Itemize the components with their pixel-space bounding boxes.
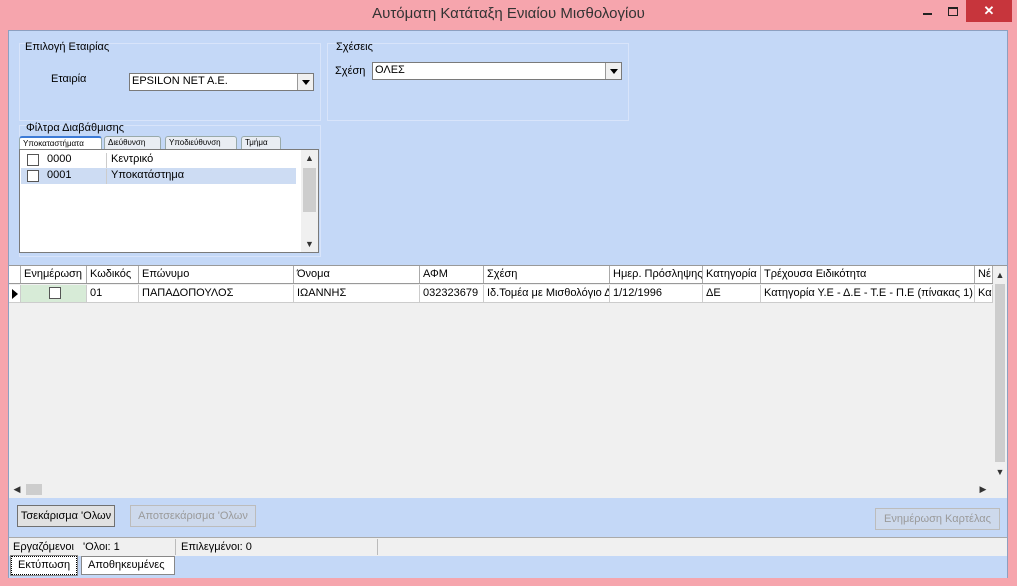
col-hire-date[interactable]: Ημερ. Πρόσληψης <box>610 266 703 283</box>
tab-saved[interactable]: Αποθηκευμένες <box>81 556 175 575</box>
scroll-right-icon[interactable]: ▶ <box>975 481 991 498</box>
status-separator <box>175 539 176 555</box>
chevron-down-icon <box>609 68 618 74</box>
scroll-up-icon[interactable]: ▲ <box>993 268 1007 282</box>
scroll-thumb[interactable] <box>995 284 1005 462</box>
grid-header: Ενημέρωση Κωδικός Επώνυμο Όνομα ΑΦΜ Σχέσ… <box>9 266 993 284</box>
relations-group <box>327 43 629 121</box>
table-row[interactable]: 01 ΠΑΠΑΔΟΠΟΥΛΟΣ ΙΩΑΝΝΗΣ 032323679 Ιδ.Τομ… <box>9 285 993 303</box>
cell-surname: ΠΑΠΑΔΟΠΟΥΛΟΣ <box>139 285 294 302</box>
minimize-icon <box>922 13 932 15</box>
relation-select-value: ΟΛΕΣ <box>375 64 405 76</box>
col-new[interactable]: Νέ <box>975 266 993 283</box>
cell-specialty: Κατηγορία Υ.Ε - Δ.Ε - Τ.Ε - Π.Ε (πίνακας… <box>761 285 975 302</box>
maximize-button[interactable] <box>940 0 966 22</box>
company-group-title: Επιλογή Εταιρίας <box>25 41 110 53</box>
cell-name: ΙΩΑΝΝΗΣ <box>294 285 420 302</box>
grid-corner <box>9 266 21 283</box>
list-item-checkbox[interactable] <box>27 170 39 182</box>
close-button[interactable]: ✕ <box>966 0 1012 22</box>
scroll-up-icon[interactable]: ▲ <box>301 150 318 166</box>
col-update[interactable]: Ενημέρωση <box>21 266 87 283</box>
relation-label: Σχέση <box>335 65 366 77</box>
cell-update[interactable] <box>21 285 87 302</box>
col-specialty[interactable]: Τρέχουσα Ειδικότητα <box>761 266 975 283</box>
cell-relation: Ιδ.Τομέα με Μισθολόγιο ΔΕ <box>484 285 610 302</box>
list-item-name: Κεντρικό <box>111 153 154 165</box>
list-item-checkbox[interactable] <box>27 154 39 166</box>
list-item-code: 0001 <box>45 169 107 184</box>
main-panel: Επιλογή Εταιρίας Εταιρία EPSILON NET A.E… <box>8 30 1008 578</box>
filter-group-title: Φίλτρα Διαβάθμισης <box>26 122 125 134</box>
company-select[interactable]: EPSILON NET A.E. <box>129 73 314 91</box>
col-relation[interactable]: Σχέση <box>484 266 610 283</box>
list-item-name: Υποκατάστημα <box>111 169 185 181</box>
col-surname[interactable]: Επώνυμο <box>139 266 294 283</box>
cell-category: ΔΕ <box>703 285 761 302</box>
relation-dropdown-button[interactable] <box>605 63 621 79</box>
tab-branches[interactable]: Υποκαταστήματα <box>19 136 102 149</box>
minimize-button[interactable] <box>914 0 940 22</box>
list-item-code: 0000 <box>45 153 107 168</box>
status-bar: Εργαζόμενοι 'Ολοι: 1 Επιλεγμένοι: 0 <box>9 537 1007 556</box>
maximize-icon <box>948 6 958 16</box>
branch-list: 0000 Κεντρικό 0001 Υποκατάστημα ▲ ▼ <box>19 149 319 253</box>
employees-grid: Ενημέρωση Κωδικός Επώνυμο Όνομα ΑΦΜ Σχέσ… <box>9 265 1007 498</box>
status-selected: Επιλεγμένοι: 0 <box>181 541 252 553</box>
company-dropdown-button[interactable] <box>297 74 313 90</box>
status-total: 'Ολοι: 1 <box>83 541 120 553</box>
list-item[interactable]: 0001 Υποκατάστημα <box>21 168 296 184</box>
col-afm[interactable]: ΑΦΜ <box>420 266 484 283</box>
relation-select[interactable]: ΟΛΕΣ <box>372 62 622 80</box>
grid-horizontal-scrollbar[interactable]: ◀ ▶ <box>9 481 993 498</box>
company-label: Εταιρία <box>51 73 87 85</box>
row-indicator <box>9 285 21 302</box>
check-all-button[interactable]: Τσεκάρισμα 'Ολων <box>17 505 115 527</box>
cell-hire-date: 1/12/1996 <box>610 285 703 302</box>
col-name[interactable]: Όνομα <box>294 266 420 283</box>
status-employees-label: Εργαζόμενοι <box>13 541 74 553</box>
current-row-icon <box>12 289 18 299</box>
update-cards-button[interactable]: Ενημέρωση Καρτέλας <box>875 508 1000 530</box>
tab-print[interactable]: Εκτύπωση <box>10 555 78 576</box>
cell-afm: 032323679 <box>420 285 484 302</box>
scroll-thumb[interactable] <box>26 484 42 495</box>
chevron-down-icon <box>301 79 310 85</box>
list-item[interactable]: 0000 Κεντρικό <box>21 152 296 168</box>
cell-new: Κα <box>975 285 993 302</box>
close-icon: ✕ <box>983 3 995 18</box>
tab-subdirectorate[interactable]: Υποδιεύθυνση <box>165 136 237 149</box>
tab-department[interactable]: Τμήμα <box>241 136 281 149</box>
scroll-thumb[interactable] <box>303 168 316 212</box>
list-scrollbar[interactable]: ▲ ▼ <box>301 150 318 252</box>
row-update-checkbox[interactable] <box>49 287 61 299</box>
window-title: Αυτόματη Κατάταξη Ενιαίου Μισθολογίου <box>372 5 645 22</box>
scroll-left-icon[interactable]: ◀ <box>9 481 25 498</box>
grid-vertical-scrollbar[interactable]: ▲ ▼ <box>993 266 1007 481</box>
company-select-value: EPSILON NET A.E. <box>132 75 228 87</box>
cell-code: 01 <box>87 285 139 302</box>
col-category[interactable]: Κατηγορία <box>703 266 761 283</box>
tab-directorate[interactable]: Διεύθυνση <box>104 136 161 149</box>
scroll-down-icon[interactable]: ▼ <box>993 465 1007 479</box>
uncheck-all-button[interactable]: Αποτσεκάρισμα 'Ολων <box>130 505 256 527</box>
scroll-down-icon[interactable]: ▼ <box>301 236 318 252</box>
status-separator <box>377 539 378 555</box>
bottom-tabs: Εκτύπωση Αποθηκευμένες <box>9 555 1007 578</box>
relations-group-title: Σχέσεις <box>336 41 373 53</box>
col-code[interactable]: Κωδικός <box>87 266 139 283</box>
title-bar: Αυτόματη Κατάταξη Ενιαίου Μισθολογίου ✕ <box>0 0 1017 30</box>
